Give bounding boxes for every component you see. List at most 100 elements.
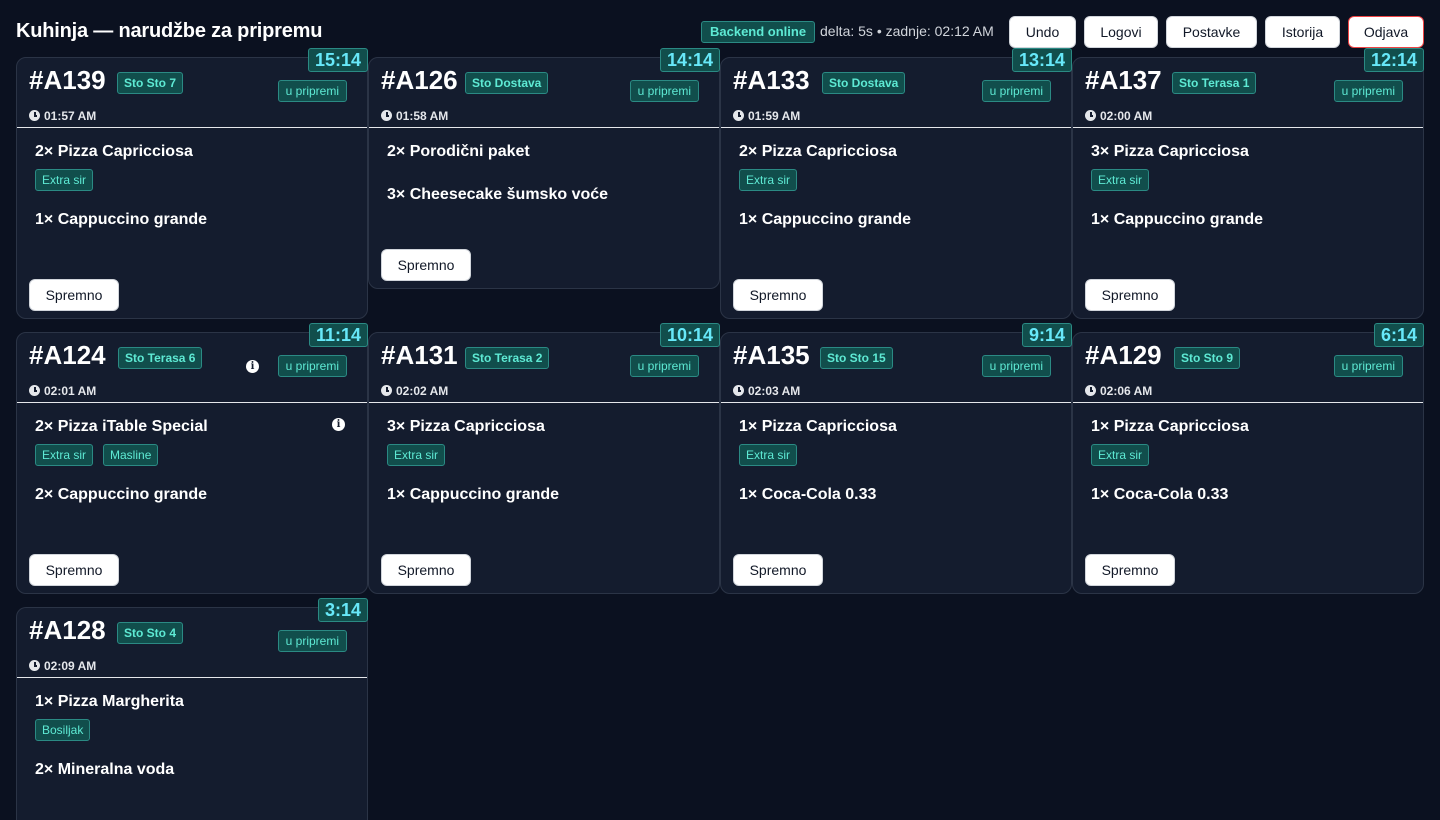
- order-time-value: 02:09 AM: [44, 659, 97, 673]
- order-timer: 3:14: [317, 598, 368, 622]
- order-item: 1× Coca-Cola 0.33: [739, 485, 1053, 505]
- order-card: #A137 Sto Terasa 1 u pripremi 12:14 02:0…: [1072, 48, 1424, 319]
- ready-button[interactable]: Spremno: [733, 279, 823, 311]
- order-timer: 14:14: [659, 48, 720, 72]
- order-time: 02:02 AM: [381, 384, 448, 398]
- clock-icon: [381, 385, 392, 396]
- order-item: 3× Cheesecake šumsko voće: [387, 185, 701, 205]
- ready-button[interactable]: Spremno: [381, 554, 471, 586]
- info-icon[interactable]: i: [246, 360, 259, 373]
- order-item: 1× Cappuccino grande: [387, 485, 701, 505]
- order-id: #A126: [381, 65, 458, 95]
- order-timer: 9:14: [1021, 323, 1072, 347]
- item-name: 1× Pizza Capricciosa: [739, 418, 897, 435]
- order-item: 2× Cappuccino grande: [35, 485, 349, 505]
- modifier-badge: Extra sir: [35, 444, 94, 466]
- order-time-value: 01:57 AM: [44, 109, 97, 123]
- item-name: 3× Pizza Capricciosa: [1091, 143, 1249, 160]
- order-timer: 13:14: [1011, 48, 1072, 72]
- clock-icon: [29, 110, 40, 121]
- status-badge: u pripremi: [1333, 355, 1403, 377]
- order-timer: 15:14: [307, 48, 368, 72]
- clock-icon: [733, 110, 744, 121]
- modifier-badge: Extra sir: [739, 444, 798, 466]
- table-badge: Sto Terasa 1: [1172, 72, 1257, 94]
- item-name: 1× Coca-Cola 0.33: [739, 486, 877, 503]
- order-timer: 12:14: [1363, 48, 1424, 72]
- item-name: 2× Porodični paket: [387, 143, 530, 160]
- order-id: #A131: [381, 340, 458, 370]
- backend-status-badge: Backend online: [701, 21, 816, 43]
- info-icon[interactable]: i: [332, 418, 345, 431]
- item-name: 2× Mineralna voda: [35, 761, 175, 778]
- item-name: 1× Cappuccino grande: [35, 211, 208, 228]
- order-item: 2× Pizza Capricciosa Extra sir: [35, 142, 349, 191]
- logs-button[interactable]: Logovi: [1084, 16, 1158, 48]
- order-card: #A135 Sto Sto 15 u pripremi 9:14 02:03 A…: [720, 323, 1072, 594]
- table-badge: Sto Sto 7: [117, 72, 184, 94]
- clock-icon: [1085, 385, 1096, 396]
- ready-button[interactable]: Spremno: [381, 249, 471, 281]
- order-item: 2× Pizza Capricciosa Extra sir: [739, 142, 1053, 191]
- status-badge: u pripremi: [1333, 80, 1403, 102]
- order-card: #A129 Sto Sto 9 u pripremi 6:14 02:06 AM…: [1072, 323, 1424, 594]
- order-item: 1× Coca-Cola 0.33: [1091, 485, 1405, 505]
- clock-icon: [29, 660, 40, 671]
- order-item: 3× Pizza Capricciosa Extra sir: [1091, 142, 1405, 191]
- order-time: 01:58 AM: [381, 109, 448, 123]
- settings-button[interactable]: Postavke: [1166, 16, 1257, 48]
- modifier-badge: Extra sir: [387, 444, 446, 466]
- undo-button[interactable]: Undo: [1009, 16, 1076, 48]
- item-name: 2× Cappuccino grande: [35, 486, 208, 503]
- status-badge: u pripremi: [629, 80, 699, 102]
- ready-button[interactable]: Spremno: [1085, 279, 1175, 311]
- modifier-badge: Extra sir: [1091, 444, 1150, 466]
- order-time-value: 02:01 AM: [44, 384, 97, 398]
- status-badge: u pripremi: [277, 630, 347, 652]
- order-timer: 6:14: [1373, 323, 1424, 347]
- order-time: 01:57 AM: [29, 109, 96, 123]
- modifier-badge: Bosiljak: [35, 719, 91, 741]
- status-badge: u pripremi: [629, 355, 699, 377]
- order-item: 1× Cappuccino grande: [739, 210, 1053, 230]
- clock-icon: [733, 385, 744, 396]
- order-item: 3× Pizza Capricciosa Extra sir: [387, 417, 701, 466]
- order-item: 2× Porodični paket: [387, 142, 701, 162]
- order-item: 1× Pizza Capricciosa Extra sir: [1091, 417, 1405, 466]
- history-button[interactable]: Istorija: [1265, 16, 1340, 48]
- order-id: #A135: [733, 340, 810, 370]
- item-name: 1× Pizza Margherita: [35, 693, 184, 710]
- ready-button[interactable]: Spremno: [733, 554, 823, 586]
- status-badge: u pripremi: [981, 355, 1051, 377]
- table-badge: Sto Dostava: [465, 72, 549, 94]
- ready-button[interactable]: Spremno: [29, 554, 119, 586]
- order-time: 02:06 AM: [1085, 384, 1152, 398]
- item-name: 2× Pizza iTable Special: [35, 418, 208, 435]
- status-badge: u pripremi: [981, 80, 1051, 102]
- order-id: #A129: [1085, 340, 1162, 370]
- order-time: 02:09 AM: [29, 659, 96, 673]
- order-time: 01:59 AM: [733, 109, 800, 123]
- ready-button[interactable]: Spremno: [29, 279, 119, 311]
- logout-button[interactable]: Odjava: [1348, 16, 1424, 48]
- top-toolbar: Backend online delta: 5s • zadnje: 02:12…: [0, 16, 1440, 48]
- status-badge: u pripremi: [277, 80, 347, 102]
- ready-button[interactable]: Spremno: [1085, 554, 1175, 586]
- order-id: #A124: [29, 340, 106, 370]
- order-time-value: 01:59 AM: [748, 109, 801, 123]
- order-id: #A133: [733, 65, 810, 95]
- item-name: 3× Cheesecake šumsko voće: [387, 186, 609, 203]
- order-item: 2× Pizza iTable Special Extra sir Maslin…: [35, 417, 349, 466]
- item-name: 1× Pizza Capricciosa: [1091, 418, 1249, 435]
- order-time-value: 02:02 AM: [396, 384, 449, 398]
- order-item: 1× Cappuccino grande: [1091, 210, 1405, 230]
- order-item: 1× Pizza Capricciosa Extra sir: [739, 417, 1053, 466]
- order-timer: 10:14: [659, 323, 720, 347]
- modifier-badge: Extra sir: [1091, 169, 1150, 191]
- item-name: 1× Coca-Cola 0.33: [1091, 486, 1229, 503]
- modifier-badge: Masline: [103, 444, 159, 466]
- order-id: #A128: [29, 615, 106, 645]
- order-id: #A139: [29, 65, 106, 95]
- order-card: #A128 Sto Sto 4 u pripremi 3:14 02:09 AM…: [16, 598, 368, 820]
- order-timer: 11:14: [308, 323, 368, 347]
